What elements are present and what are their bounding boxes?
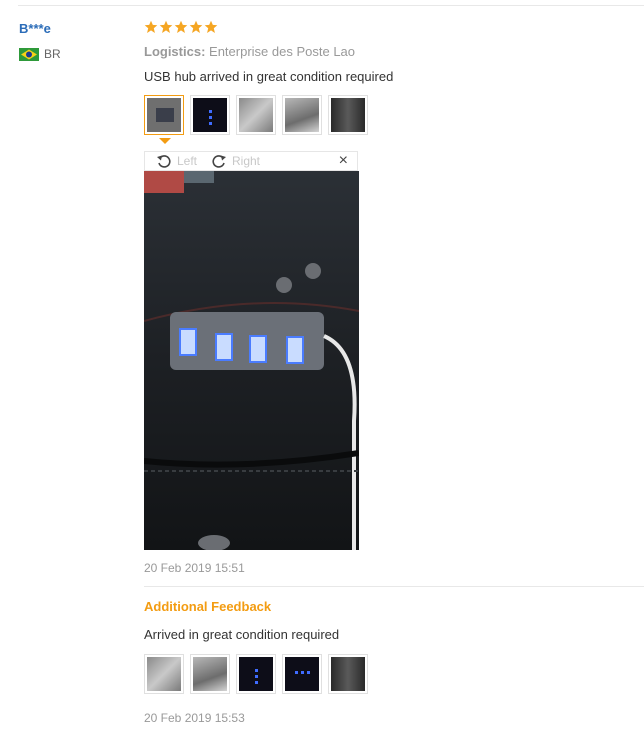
buyer-country: BR <box>19 47 61 61</box>
additional-feedback-date: 20 Feb 2019 15:53 <box>144 711 245 725</box>
star-icon <box>174 20 188 33</box>
selected-thumbnail-caret <box>159 138 171 144</box>
additional-thumbnail-2[interactable] <box>190 654 230 694</box>
rotate-right-icon <box>212 155 226 168</box>
additional-feedback-text: Arrived in great condition required <box>144 627 340 642</box>
country-code: BR <box>44 47 61 61</box>
review-text: USB hub arrived in great condition requi… <box>144 69 394 84</box>
feedback-divider <box>144 586 644 587</box>
logistics-info: Logistics: Enterprise des Poste Lao <box>144 44 355 59</box>
rotate-left-label: Left <box>177 154 198 168</box>
rotate-left-button[interactable]: Left <box>156 153 197 169</box>
usb-hub-photo <box>144 171 359 550</box>
additional-thumbnail-5[interactable] <box>328 654 368 694</box>
top-divider <box>18 5 644 6</box>
star-icon <box>144 20 158 33</box>
additional-thumbnail-3[interactable] <box>236 654 276 694</box>
star-icon <box>189 20 203 33</box>
brazil-flag-icon <box>19 47 39 61</box>
star-icon <box>204 20 218 33</box>
rotate-right-button[interactable]: Right <box>211 153 260 169</box>
close-viewer-button[interactable]: × <box>339 152 348 170</box>
logistics-value: Enterprise des Poste Lao <box>209 44 356 59</box>
review-photo[interactable] <box>144 171 359 550</box>
additional-thumbnail-4[interactable] <box>282 654 322 694</box>
image-viewer-toolbar: Left Right × <box>144 151 358 171</box>
star-rating <box>144 20 218 34</box>
logistics-label: Logistics: <box>144 44 206 59</box>
thumbnail-2[interactable] <box>190 95 230 135</box>
thumbnail-1[interactable] <box>144 95 184 135</box>
rotate-right-label: Right <box>232 154 261 168</box>
buyer-name[interactable]: B***e <box>19 21 51 36</box>
additional-thumbnail-1[interactable] <box>144 654 184 694</box>
rotate-left-icon <box>157 155 171 168</box>
additional-feedback-title: Additional Feedback <box>144 599 272 614</box>
thumbnail-3[interactable] <box>236 95 276 135</box>
thumbnail-4[interactable] <box>282 95 322 135</box>
thumbnail-5[interactable] <box>328 95 368 135</box>
review-date: 20 Feb 2019 15:51 <box>144 561 245 575</box>
star-icon <box>159 20 173 33</box>
review-thumbnails <box>144 95 368 135</box>
additional-thumbnails <box>144 654 368 694</box>
